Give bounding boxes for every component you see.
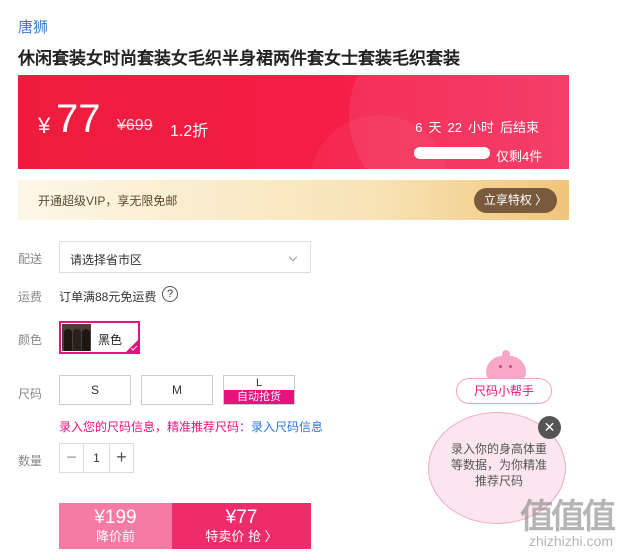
price-before-button[interactable]: ¥199 降价前: [59, 503, 172, 549]
size-option-l[interactable]: L 自动抢货: [223, 375, 295, 405]
countdown-days: 6: [415, 120, 423, 135]
shipping-label: 运费: [18, 290, 43, 304]
watermark: 值值值 zhizhizhi.com: [520, 497, 616, 549]
sale-price: 77: [56, 97, 101, 141]
size-hint: 录入您的尺码信息，精准推荐尺码：录入尺码信息: [59, 418, 323, 435]
watermark-logo: 值值值: [520, 497, 616, 537]
size-label: 尺码: [18, 387, 43, 401]
close-icon[interactable]: ✕: [538, 416, 561, 439]
product-title: 休闲套装女时尚套装女毛织半身裙两件套女士套装毛织套装: [18, 49, 460, 68]
countdown: 6 天 22 小时 后结束: [409, 117, 539, 136]
chevron-down-icon: [288, 252, 298, 262]
size-option-l-label: L: [255, 377, 263, 389]
vip-banner: 开通超级VIP，享无限免邮 立享特权 〉: [18, 180, 569, 220]
brand-link[interactable]: 唐狮: [18, 16, 48, 37]
sale-price-button-label: 特卖价 抢 〉: [205, 529, 278, 544]
color-option-black[interactable]: 黑色: [59, 321, 140, 354]
auto-grab-badge: 自动抢货: [224, 390, 294, 404]
countdown-days-unit: 天: [428, 120, 442, 135]
shipping-info: 订单满88元免运费: [59, 290, 157, 304]
quantity-value[interactable]: 1: [84, 451, 109, 465]
countdown-suffix: 后结束: [499, 120, 539, 135]
before-price: ¥199: [94, 507, 137, 528]
size-helper-button[interactable]: 尺码小帮手: [456, 378, 552, 404]
size-hint-text: 录入您的尺码信息，精准推荐尺码：: [59, 420, 252, 434]
vip-text: 开通超级VIP，享无限免邮: [38, 194, 178, 208]
currency-symbol: ¥: [38, 113, 51, 138]
region-select[interactable]: 请选择省市区: [59, 241, 311, 273]
countdown-hours: 22: [447, 120, 462, 135]
color-swatch-image: [62, 324, 91, 351]
quantity-minus-button[interactable]: −: [60, 444, 84, 472]
help-icon[interactable]: ?: [162, 286, 178, 302]
color-option-label: 黑色: [98, 333, 123, 347]
stock-progress-bar: [414, 147, 490, 159]
region-select-text: 请选择省市区: [70, 253, 143, 267]
enter-size-link[interactable]: 录入尺码信息: [251, 420, 323, 434]
price-banner: ¥ 77 ¥699 1.2折 6 天 22 小时 后结束 仅剩4件: [18, 75, 569, 169]
delivery-label: 配送: [18, 252, 43, 266]
sale-price-button-price: ¥77: [225, 507, 258, 528]
size-option-s[interactable]: S: [59, 375, 131, 405]
size-helper-tip-text: 录入你的身高体重等数据，为你精准推荐尺码: [451, 442, 548, 488]
countdown-hours-unit: 小时: [467, 120, 494, 135]
quantity-stepper: − 1 +: [59, 443, 134, 473]
quantity-plus-button[interactable]: +: [109, 444, 133, 472]
stock-remaining: 仅剩4件: [496, 149, 543, 164]
vip-privilege-button[interactable]: 立享特权 〉: [474, 188, 557, 213]
color-label: 颜色: [18, 333, 43, 347]
before-price-label: 降价前: [95, 529, 135, 544]
original-price: ¥699: [117, 117, 153, 134]
discount-rate: 1.2折: [170, 123, 209, 140]
watermark-url: zhizhizhi.com: [528, 533, 613, 549]
buy-now-button[interactable]: ¥77 特卖价 抢 〉: [172, 503, 311, 549]
quantity-label: 数量: [18, 454, 43, 468]
size-option-m[interactable]: M: [141, 375, 213, 405]
